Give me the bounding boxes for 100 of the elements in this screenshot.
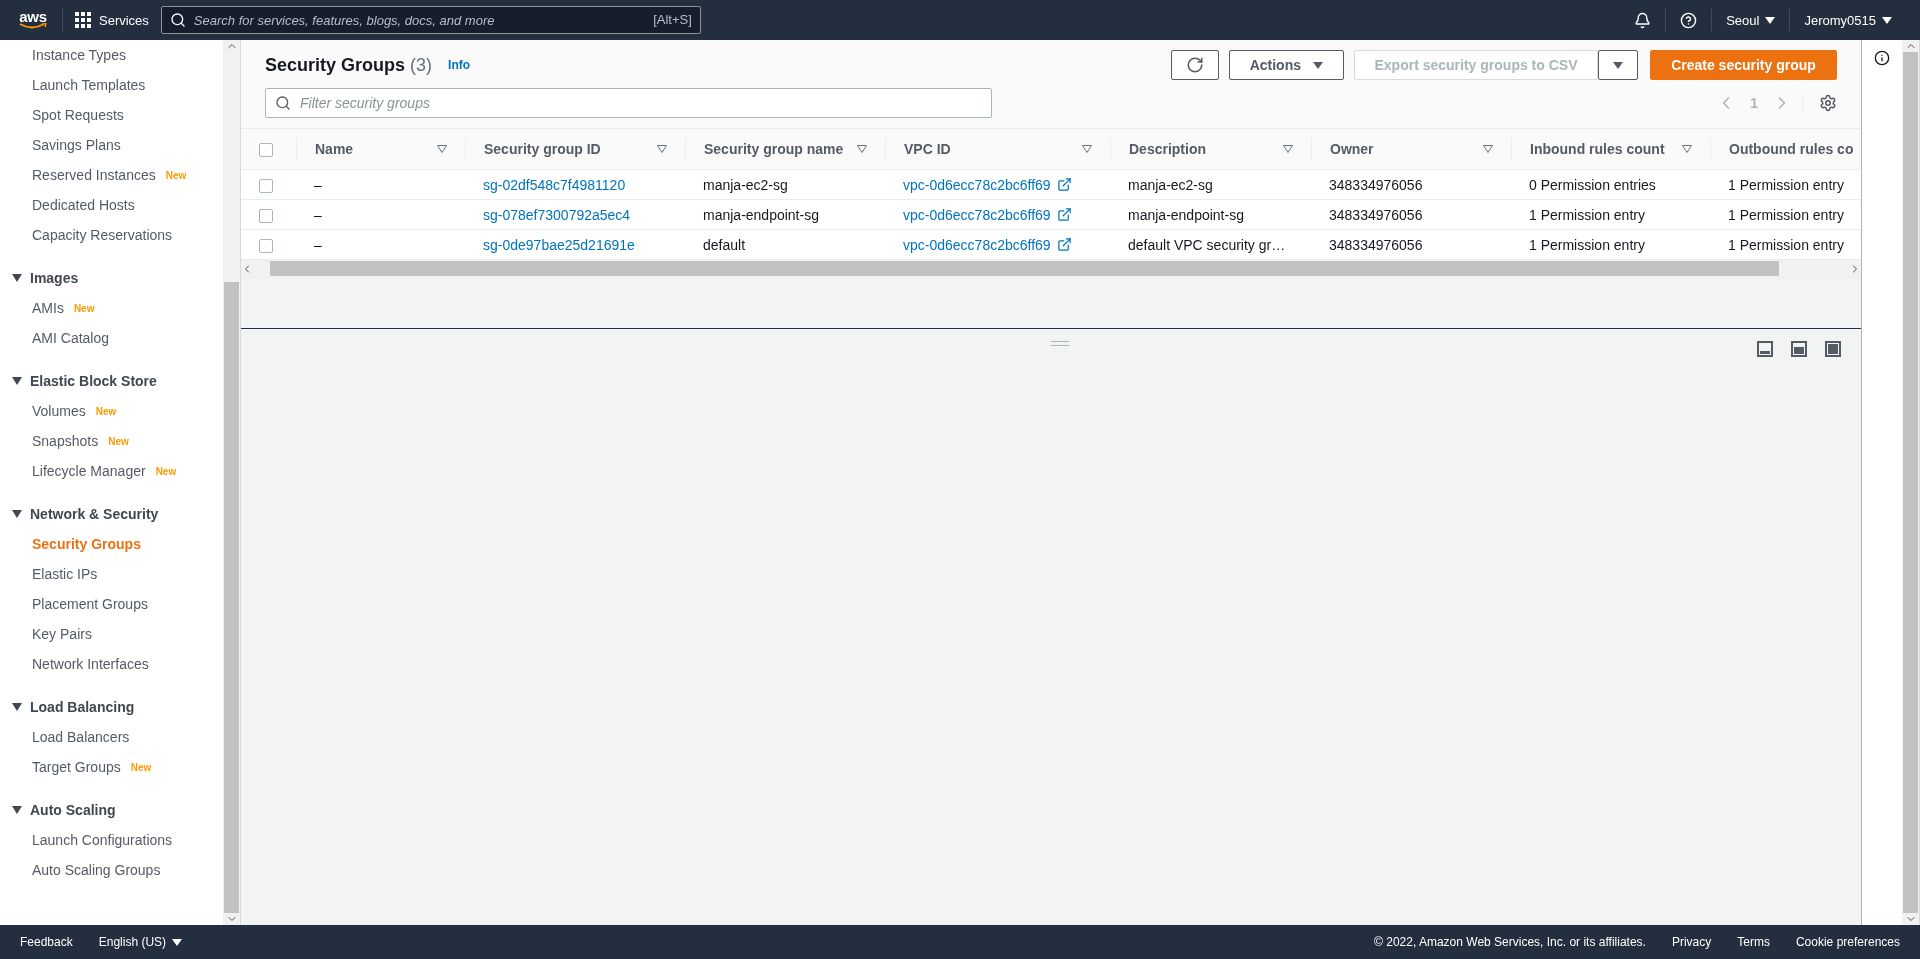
column-header[interactable]: Outbound rules co	[1710, 129, 1861, 170]
sort-icon[interactable]	[1682, 145, 1692, 153]
row-checkbox[interactable]	[259, 178, 273, 193]
caret-down-icon	[12, 274, 22, 282]
row-checkbox[interactable]	[259, 208, 273, 223]
footer-link[interactable]: Privacy	[1671, 935, 1712, 949]
info-icon[interactable]	[1874, 50, 1890, 66]
table-cell: 348334976056	[1311, 229, 1511, 260]
sidebar-section-heading[interactable]: Elastic Block Store	[0, 366, 223, 396]
sidebar-item[interactable]: Auto Scaling Groups	[0, 855, 223, 885]
panel-layout-icon[interactable]	[1757, 341, 1773, 357]
table-cell: 1 Permission entry	[1710, 169, 1861, 200]
sidebar-item[interactable]: AMIs New	[0, 293, 223, 323]
help-icon	[1680, 11, 1698, 29]
new-label: New	[130, 761, 152, 773]
table-cell: –	[296, 199, 465, 230]
search-icon	[169, 12, 186, 28]
table-cell: –	[296, 169, 465, 200]
sidebar-item[interactable]: Target Groups New	[0, 752, 223, 782]
sidebar-item[interactable]: Spot Requests	[0, 100, 223, 130]
sort-icon[interactable]	[1483, 145, 1493, 153]
caret-down-icon	[12, 703, 22, 711]
feedback-link[interactable]: Feedback	[20, 935, 73, 949]
column-header[interactable]: Name	[296, 129, 465, 170]
table-cell: 348334976056	[1311, 199, 1511, 230]
export-dropdown-button[interactable]	[1598, 50, 1638, 80]
sidebar-section-heading[interactable]: Load Balancing	[0, 692, 223, 722]
panel-layout-icon[interactable]	[1791, 341, 1807, 357]
sidebar-item[interactable]: Volumes New	[0, 396, 223, 426]
sidebar-section-heading[interactable]: Network & Security	[0, 499, 223, 529]
caret-down-icon	[12, 377, 22, 385]
table-cell: default VPC security gr…	[1110, 229, 1311, 260]
new-label: New	[73, 302, 95, 314]
table-cell: manja-ec2-sg	[1110, 169, 1311, 200]
column-header[interactable]: Security group ID	[465, 129, 685, 170]
sort-icon[interactable]	[1283, 145, 1293, 153]
table-cell: manja-endpoint-sg	[685, 199, 885, 230]
filter-field[interactable]: Filter security groups	[265, 88, 992, 118]
column-header[interactable]: Description	[1110, 129, 1311, 170]
account-menu[interactable]: Jeromy0515	[1789, 9, 1906, 31]
caret-down-icon	[1882, 16, 1892, 24]
panel-layout-icon[interactable]	[1825, 341, 1841, 357]
column-header[interactable]: Owner	[1311, 129, 1511, 170]
new-label: New	[95, 405, 117, 417]
sort-icon[interactable]	[1082, 145, 1092, 153]
column-header[interactable]: VPC ID	[885, 129, 1110, 170]
caret-down-icon	[12, 510, 22, 518]
sidebar-item[interactable]: Snapshots New	[0, 426, 223, 456]
resize-handle-icon[interactable]	[1051, 341, 1069, 346]
aws-logo[interactable]: aws	[18, 9, 63, 31]
settings-icon[interactable]	[1819, 94, 1837, 112]
sort-icon[interactable]	[437, 145, 447, 153]
new-label: New	[165, 169, 187, 181]
table-cell: default	[685, 229, 885, 260]
shortcut-hint: [Alt+S]	[653, 12, 692, 27]
caret-down-icon	[12, 806, 22, 814]
column-header[interactable]: Security group name	[685, 129, 885, 170]
sidebar-item[interactable]: AMI Catalog	[0, 323, 223, 353]
sidebar-item[interactable]: Launch Templates	[0, 70, 223, 100]
table-cell: 348334976056	[1311, 169, 1511, 200]
language-menu[interactable]: English (US)	[98, 935, 183, 949]
column-header[interactable]: Inbound rules count	[1511, 129, 1710, 170]
sidebar-item[interactable]: Capacity Reservations	[0, 220, 223, 250]
row-checkbox[interactable]	[259, 238, 273, 253]
table-cell: 1 Permission entry	[1710, 199, 1861, 230]
sort-icon[interactable]	[657, 145, 667, 153]
info-link[interactable]: Info	[448, 58, 471, 72]
table-cell: –	[296, 229, 465, 260]
sidebar-item[interactable]: Savings Plans	[0, 130, 223, 160]
sort-icon[interactable]	[857, 145, 867, 153]
sidebar-item[interactable]: Lifecycle Manager New	[0, 456, 223, 486]
table-cell: manja-endpoint-sg	[1110, 199, 1311, 230]
new-label: New	[108, 435, 129, 447]
copyright-text: © 2022, Amazon Web Services, Inc. or its affiliates.	[1374, 935, 1646, 949]
sidebar-item[interactable]: Key Pairs	[0, 619, 223, 649]
table-cell: 0 Permission entries	[1511, 169, 1710, 200]
external-link-icon	[1056, 207, 1072, 222]
sidebar-section-heading[interactable]: Auto Scaling	[0, 795, 223, 825]
page-title: Security Groups (3)	[265, 54, 433, 76]
footer-link[interactable]: Terms	[1737, 935, 1770, 949]
sidebar-item[interactable]: Placement Groups	[0, 589, 223, 619]
sidebar-item[interactable]: Dedicated Hosts	[0, 190, 223, 220]
bell-icon	[1634, 11, 1652, 29]
select-all-checkbox[interactable]	[259, 143, 273, 158]
sidebar-item[interactable]: Launch Configurations	[0, 825, 223, 855]
sidebar-item[interactable]: Elastic IPs	[0, 559, 223, 589]
actions-button[interactable]: Actions	[1228, 50, 1344, 80]
refresh-button[interactable]	[1170, 50, 1219, 80]
services-button[interactable]: Services	[63, 12, 161, 28]
caret-down-icon	[1765, 16, 1776, 24]
table-cell: 1 Permission entry	[1511, 229, 1710, 260]
sidebar-item[interactable]: Instance Types	[0, 40, 223, 70]
region-menu[interactable]: Seoul	[1711, 9, 1790, 31]
sidebar-item[interactable]: Network Interfaces	[0, 649, 223, 679]
sidebar-item[interactable]: Load Balancers	[0, 722, 223, 752]
sidebar-section-heading[interactable]: Images	[0, 263, 223, 293]
caret-down-icon	[1313, 61, 1323, 69]
footer-link[interactable]: Cookie preferences	[1795, 935, 1900, 949]
external-link-icon	[1056, 237, 1072, 252]
sidebar-item[interactable]: Reserved Instances New	[0, 160, 223, 190]
